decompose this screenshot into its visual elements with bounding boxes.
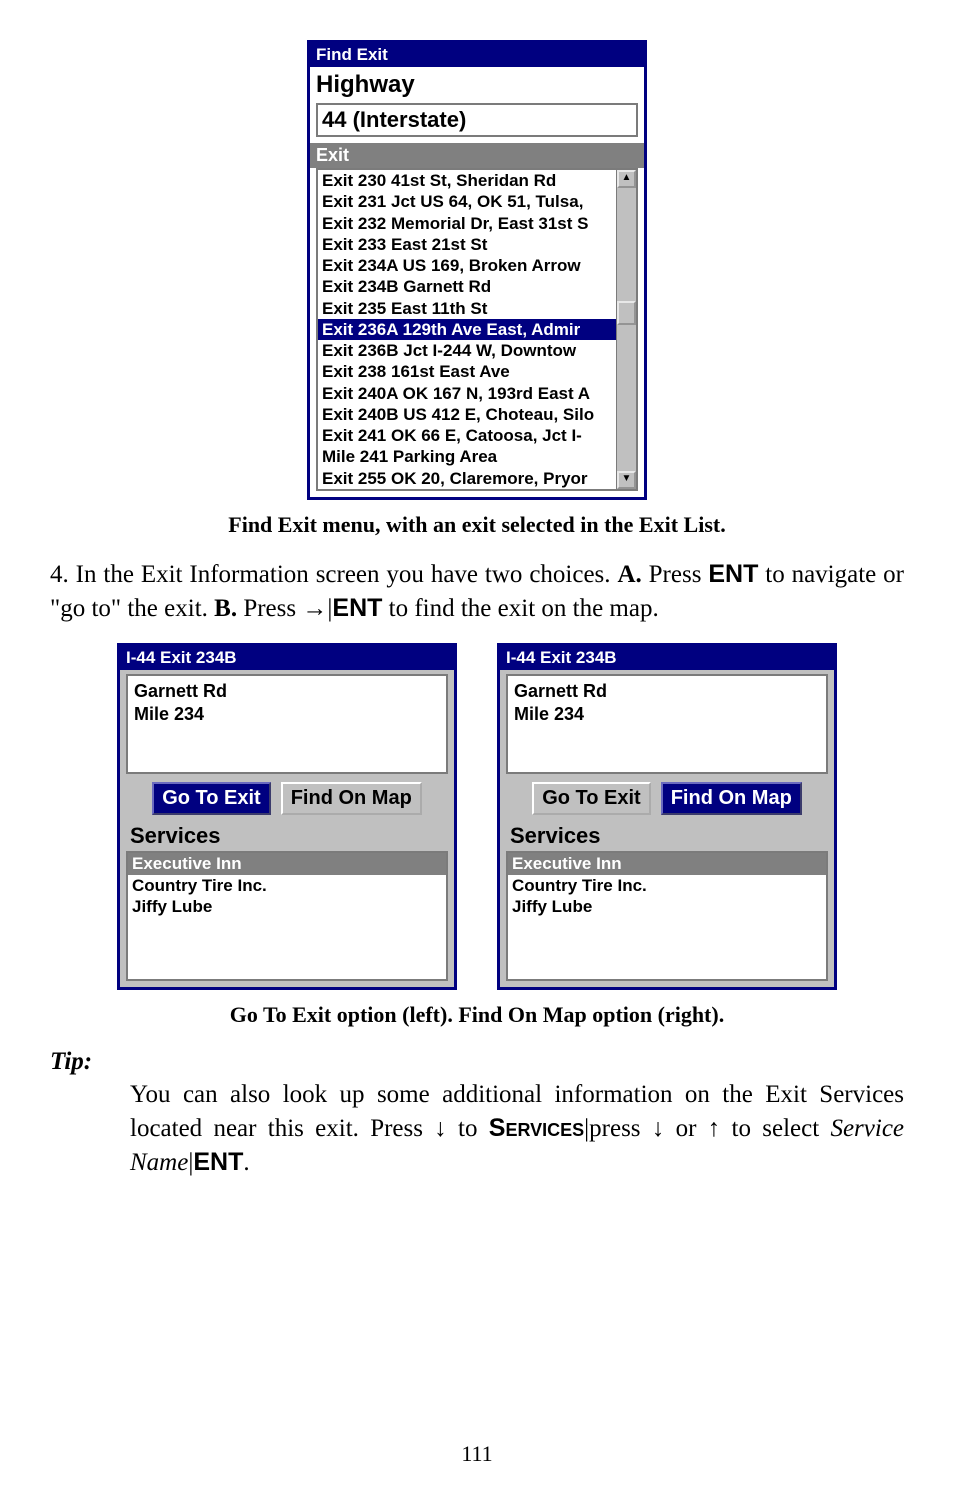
exit-list-item[interactable]: Exit 240B US 412 E, Choteau, Silo xyxy=(318,404,616,425)
t: . xyxy=(243,1149,249,1176)
service-list-item[interactable]: Jiffy Lube xyxy=(128,896,446,917)
exit-info-window-right: I-44 Exit 234B Garnett Rd Mile 234 Go To… xyxy=(497,643,837,990)
exit-list-item[interactable]: Mile 241 Parking Area xyxy=(318,446,616,467)
ent-key: ENT xyxy=(708,560,758,588)
exit-list-item[interactable]: Exit 235 East 11th St xyxy=(318,298,616,319)
up-arrow-icon: ↑ xyxy=(708,1114,721,1142)
step4-text: 4. In the Exit Information screen you ha… xyxy=(50,558,904,626)
go-to-exit-button[interactable]: Go To Exit xyxy=(152,782,271,815)
services-key: Services xyxy=(489,1114,584,1142)
scrollbar[interactable]: ▲ ▼ xyxy=(616,170,636,489)
exit-list-item[interactable]: Exit 236A 129th Ave East, Admir xyxy=(318,319,616,340)
exit-list-item[interactable]: Exit 236B Jct I-244 W, Downtow xyxy=(318,340,616,361)
t: or xyxy=(664,1115,707,1142)
exit-list-item[interactable]: Exit 233 East 21st St xyxy=(318,234,616,255)
scroll-track[interactable] xyxy=(617,188,636,471)
exit-name: Garnett Rd xyxy=(514,680,820,703)
scroll-up-icon[interactable]: ▲ xyxy=(617,170,636,188)
right-arrow-icon: → xyxy=(302,594,327,622)
find-exit-window: Find Exit Highway 44 (Interstate) Exit E… xyxy=(307,40,647,500)
exit-list-item[interactable]: Exit 234A US 169, Broken Arrow xyxy=(318,255,616,276)
exit-list-item[interactable]: Exit 241 OK 66 E, Catoosa, Jct I- xyxy=(318,425,616,446)
exit-info-box: Garnett Rd Mile 234 xyxy=(506,674,828,774)
window-titlebar: I-44 Exit 234B xyxy=(120,646,454,670)
services-label: Services xyxy=(120,823,454,851)
exit-list-item[interactable]: Exit 234B Garnett Rd xyxy=(318,276,616,297)
find-on-map-button[interactable]: Find On Map xyxy=(661,782,802,815)
t: Press xyxy=(237,595,302,622)
exit-name: Garnett Rd xyxy=(134,680,440,703)
down-arrow-icon: ↓ xyxy=(434,1114,447,1142)
exit-list[interactable]: Exit 230 41st St, Sheridan RdExit 231 Jc… xyxy=(318,170,616,489)
figure2-caption: Go To Exit option (left). Find On Map op… xyxy=(50,1002,904,1028)
services-list[interactable]: Executive InnCountry Tire Inc.Jiffy Lube xyxy=(506,851,828,981)
exit-section-header: Exit xyxy=(310,143,644,168)
exit-list-item[interactable]: Exit 230 41st St, Sheridan Rd xyxy=(318,170,616,191)
scroll-down-icon[interactable]: ▼ xyxy=(617,471,636,489)
figure1-caption: Find Exit menu, with an exit selected in… xyxy=(50,512,904,538)
find-on-map-button[interactable]: Find On Map xyxy=(281,782,422,815)
tip-heading: Tip: xyxy=(50,1048,904,1076)
highway-value[interactable]: 44 (Interstate) xyxy=(316,103,638,137)
tip-body: You can also look up some additional inf… xyxy=(130,1078,904,1179)
t: to find the exit on the map. xyxy=(382,595,658,622)
exit-info-box: Garnett Rd Mile 234 xyxy=(126,674,448,774)
service-list-item[interactable]: Country Tire Inc. xyxy=(508,875,826,896)
t: to xyxy=(447,1115,489,1142)
ent-key: ENT xyxy=(193,1148,243,1176)
t: to select xyxy=(720,1115,830,1142)
services-list[interactable]: Executive InnCountry Tire Inc.Jiffy Lube xyxy=(126,851,448,981)
highway-label: Highway xyxy=(310,67,644,103)
t: Press xyxy=(642,561,709,588)
service-list-item[interactable]: Country Tire Inc. xyxy=(128,875,446,896)
ent-key: ENT xyxy=(332,594,382,622)
t: |press xyxy=(584,1115,652,1142)
service-list-item[interactable]: Jiffy Lube xyxy=(508,896,826,917)
service-list-item[interactable]: Executive Inn xyxy=(508,853,826,874)
exit-list-item[interactable]: Exit 240A OK 167 N, 193rd East A xyxy=(318,383,616,404)
exit-list-item[interactable]: Exit 238 161st East Ave xyxy=(318,361,616,382)
services-label: Services xyxy=(500,823,834,851)
down-arrow-icon: ↓ xyxy=(652,1114,665,1142)
exit-mile: Mile 234 xyxy=(514,703,820,726)
window-titlebar: Find Exit xyxy=(310,43,644,67)
window-titlebar: I-44 Exit 234B xyxy=(500,646,834,670)
t: 4. In the Exit Information screen you ha… xyxy=(50,561,617,588)
exit-info-window-left: I-44 Exit 234B Garnett Rd Mile 234 Go To… xyxy=(117,643,457,990)
service-list-item[interactable]: Executive Inn xyxy=(128,853,446,874)
scroll-thumb[interactable] xyxy=(617,301,636,325)
t: A. xyxy=(617,561,641,588)
exit-list-item[interactable]: Exit 231 Jct US 64, OK 51, Tulsa, xyxy=(318,191,616,212)
go-to-exit-button[interactable]: Go To Exit xyxy=(532,782,651,815)
t: B. xyxy=(214,595,237,622)
page-number: 111 xyxy=(0,1441,954,1467)
exit-list-item[interactable]: Exit 232 Memorial Dr, East 31st S xyxy=(318,213,616,234)
exit-mile: Mile 234 xyxy=(134,703,440,726)
exit-list-item[interactable]: Exit 255 OK 20, Claremore, Pryor xyxy=(318,468,616,489)
